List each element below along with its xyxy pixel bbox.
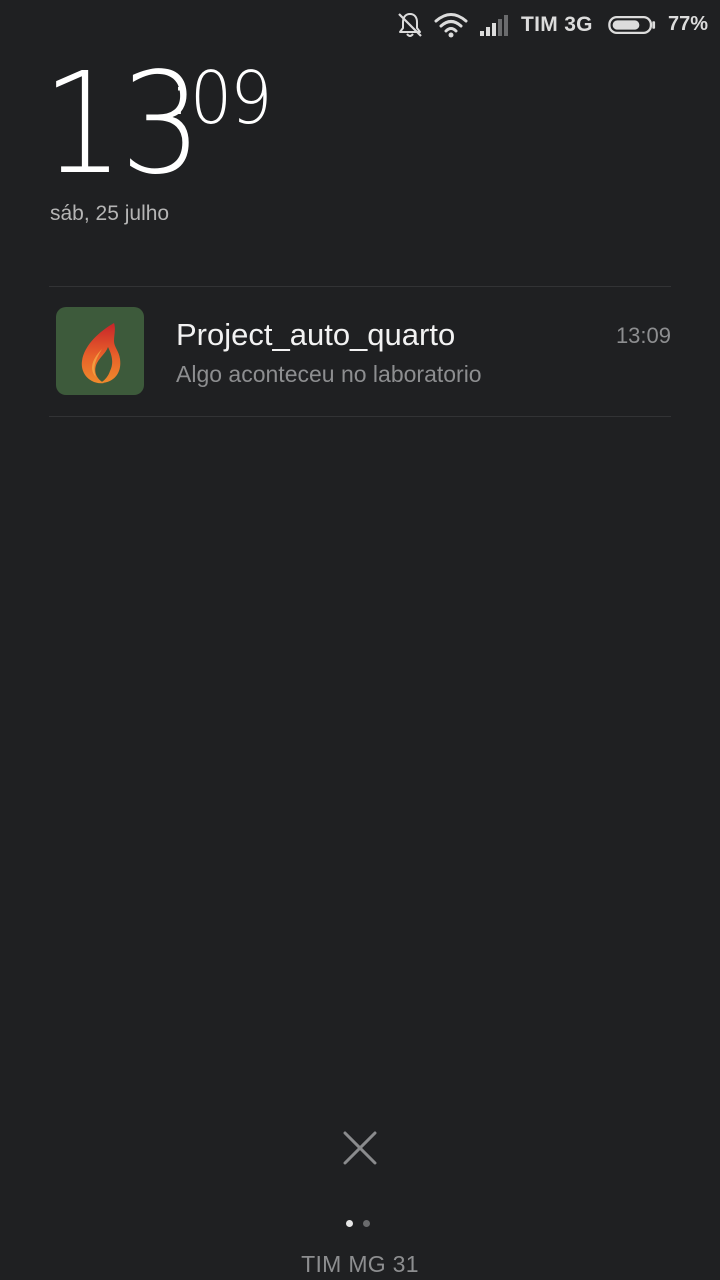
page-indicator: [346, 1220, 374, 1228]
page-dot-active: [346, 1220, 353, 1227]
page-dot: [363, 1220, 370, 1227]
battery-percent: 77%: [668, 13, 709, 35]
notification-text: Algo aconteceu no laboratorio: [176, 361, 482, 387]
battery-icon: [608, 16, 656, 34]
clock-separator: :: [170, 63, 189, 128]
clock-minutes: 09: [190, 56, 272, 140]
bell-off-icon: [398, 13, 422, 37]
carrier-label: TIM MG 31: [301, 1251, 419, 1277]
notification-title: Project_auto_quarto: [176, 317, 456, 352]
lockscreen-date: sáb, 25 julho: [50, 202, 170, 225]
notification-item[interactable]: Project_auto_quarto Algo aconteceu no la…: [49, 287, 671, 416]
flame-icon: [56, 307, 144, 395]
close-icon[interactable]: [340, 1128, 380, 1168]
divider: [49, 416, 671, 417]
cellular-signal-icon: [480, 15, 508, 36]
wifi-icon: [434, 13, 468, 38]
carrier-name: TIM 3G: [521, 13, 593, 36]
notification-time: 13:09: [615, 323, 671, 348]
